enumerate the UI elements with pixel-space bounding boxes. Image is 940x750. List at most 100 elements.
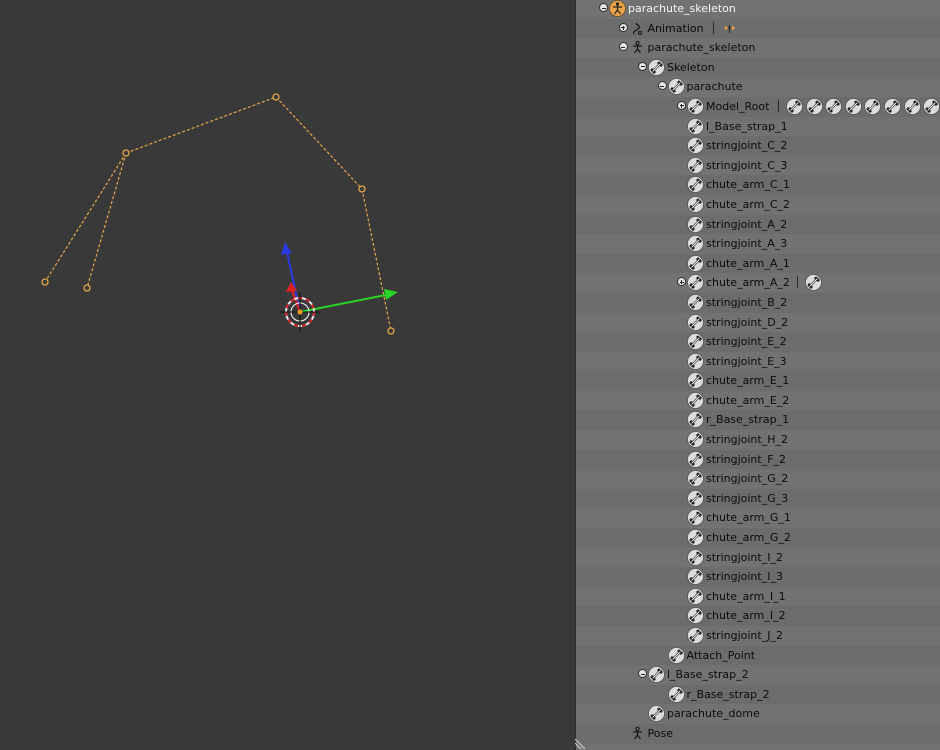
- outliner-row[interactable]: parachute: [576, 77, 940, 97]
- bone-line[interactable]: [44, 152, 127, 283]
- outliner-row-label[interactable]: stringjoint_D_2: [706, 315, 788, 330]
- outliner-row-label[interactable]: Model_Root: [706, 99, 769, 114]
- outliner-row[interactable]: stringjoint_B_2: [576, 292, 940, 313]
- child-icons[interactable]: [721, 20, 741, 40]
- outliner-row-label[interactable]: Animation: [648, 21, 704, 36]
- outliner-row-label[interactable]: stringjoint_A_3: [706, 236, 787, 251]
- outliner-row[interactable]: chute_arm_A_1: [576, 253, 940, 274]
- outliner-row[interactable]: l_Base_strap_1: [576, 116, 940, 137]
- outliner-row[interactable]: stringjoint_C_2: [576, 136, 940, 156]
- outliner-panel[interactable]: parachute_skeleton Animation parachute_ske…: [575, 0, 940, 750]
- outliner-row-label[interactable]: stringjoint_F_2: [706, 452, 786, 467]
- outliner-row[interactable]: stringjoint_F_2: [576, 449, 940, 470]
- outliner-tree[interactable]: parachute_skeleton Animation parachute_ske…: [576, 0, 940, 744]
- outliner-row[interactable]: Animation: [576, 18, 940, 40]
- outliner-row[interactable]: parachute_dome: [576, 704, 940, 724]
- outliner-row[interactable]: chute_arm_A_2: [576, 273, 940, 293]
- outliner-row[interactable]: chute_arm_C_1: [576, 175, 940, 195]
- outliner-row[interactable]: Skeleton: [576, 57, 940, 78]
- collapse-toggle-icon[interactable]: [599, 3, 608, 12]
- outliner-row[interactable]: chute_arm_G_1: [576, 508, 940, 529]
- outliner-row-label[interactable]: stringjoint_I_3: [706, 569, 783, 584]
- outliner-row[interactable]: stringjoint_J_2: [576, 626, 940, 646]
- outliner-row-label[interactable]: stringjoint_J_2: [706, 628, 783, 643]
- outliner-row[interactable]: chute_arm_C_2: [576, 194, 940, 215]
- outliner-row[interactable]: parachute_skeleton: [576, 38, 940, 58]
- outliner-row-label[interactable]: stringjoint_B_2: [706, 295, 787, 310]
- collapse-toggle-icon[interactable]: [638, 669, 647, 679]
- outliner-row-label[interactable]: parachute_skeleton: [628, 1, 736, 16]
- bone-line[interactable]: [86, 152, 127, 289]
- outliner-row-label[interactable]: chute_arm_C_2: [706, 197, 790, 212]
- bone-icon[interactable]: [903, 98, 921, 115]
- outliner-row-label[interactable]: chute_arm_I_1: [706, 589, 786, 604]
- expand-toggle-icon[interactable]: [618, 22, 628, 32]
- outliner-row[interactable]: parachute_skeleton: [576, 0, 940, 19]
- transform-gizmo[interactable]: [281, 242, 398, 313]
- 3d-viewport[interactable]: [0, 0, 575, 750]
- collapse-toggle-icon[interactable]: [638, 61, 647, 71]
- outliner-row-label[interactable]: chute_arm_A_1: [706, 256, 790, 271]
- bone-icon[interactable]: [844, 98, 862, 115]
- bone-joint[interactable]: [358, 185, 366, 193]
- outliner-row-label[interactable]: chute_arm_C_1: [706, 177, 790, 192]
- outliner-row-label[interactable]: chute_arm_G_1: [706, 510, 791, 525]
- outliner-row[interactable]: l_Base_strap_2: [576, 665, 940, 685]
- outliner-row[interactable]: r_Base_strap_2: [576, 684, 940, 705]
- bone-line[interactable]: [361, 188, 392, 332]
- child-icons[interactable]: [786, 98, 940, 118]
- z-axis-arrow[interactable]: [281, 242, 292, 255]
- bone-joints[interactable]: [41, 93, 395, 335]
- outliner-row-label[interactable]: parachute: [687, 79, 743, 94]
- outliner-row-label[interactable]: stringjoint_C_2: [706, 138, 787, 153]
- outliner-row-label[interactable]: stringjoint_E_2: [706, 334, 787, 349]
- outliner-row-label[interactable]: chute_arm_E_2: [706, 393, 789, 408]
- outliner-row-label[interactable]: stringjoint_G_2: [706, 471, 788, 486]
- bone-joint[interactable]: [122, 149, 130, 157]
- outliner-row[interactable]: Pose: [576, 723, 940, 744]
- bone-icon[interactable]: [884, 98, 901, 115]
- bone-joint[interactable]: [272, 93, 280, 101]
- bone-icon[interactable]: [825, 98, 843, 115]
- bone-joint[interactable]: [41, 278, 49, 286]
- bone-line[interactable]: [125, 96, 277, 154]
- outliner-row-label[interactable]: Attach_Point: [687, 648, 756, 663]
- outliner-row[interactable]: Attach_Point: [576, 645, 940, 666]
- outliner-row[interactable]: Model_Root: [576, 96, 940, 118]
- outliner-row-label[interactable]: r_Base_strap_1: [706, 412, 789, 427]
- outliner-row-label[interactable]: stringjoint_E_3: [706, 354, 787, 369]
- outliner-row-label[interactable]: stringjoint_G_3: [706, 491, 788, 506]
- bone-icon[interactable]: [805, 98, 823, 115]
- y-axis-arrow[interactable]: [384, 289, 398, 300]
- child-icons[interactable]: [805, 274, 825, 294]
- outliner-row-label[interactable]: Pose: [648, 726, 673, 741]
- collapse-toggle-icon[interactable]: [618, 42, 628, 52]
- expand-toggle-icon[interactable]: [677, 100, 686, 110]
- outliner-row-label[interactable]: r_Base_strap_2: [687, 687, 770, 702]
- outliner-row-label[interactable]: chute_arm_I_2: [706, 608, 786, 623]
- outliner-row[interactable]: chute_arm_I_2: [576, 606, 940, 626]
- bone-icon[interactable]: [805, 274, 823, 292]
- outliner-row[interactable]: stringjoint_C_3: [576, 155, 940, 176]
- outliner-row[interactable]: stringjoint_H_2: [576, 430, 940, 450]
- bone-line[interactable]: [275, 96, 363, 190]
- outliner-row-label[interactable]: parachute_dome: [667, 706, 760, 721]
- expand-toggle-icon[interactable]: [677, 277, 686, 287]
- outliner-row-label[interactable]: l_Base_strap_1: [706, 119, 788, 134]
- area-resize-handle[interactable]: [575, 737, 587, 749]
- outliner-row-label[interactable]: stringjoint_I_2: [706, 550, 783, 565]
- outliner-row-label[interactable]: chute_arm_E_1: [706, 373, 789, 388]
- outliner-row[interactable]: stringjoint_E_2: [576, 332, 940, 352]
- outliner-row[interactable]: stringjoint_A_2: [576, 214, 940, 235]
- bone-icon[interactable]: [786, 98, 803, 115]
- outliner-row[interactable]: stringjoint_I_2: [576, 547, 940, 568]
- outliner-row[interactable]: stringjoint_D_2: [576, 312, 940, 333]
- outliner-row[interactable]: stringjoint_I_3: [576, 567, 940, 587]
- outliner-row-label[interactable]: Skeleton: [667, 60, 715, 75]
- outliner-row[interactable]: chute_arm_G_2: [576, 528, 940, 548]
- outliner-row-label[interactable]: l_Base_strap_2: [667, 667, 749, 682]
- outliner-row[interactable]: chute_arm_E_1: [576, 371, 940, 391]
- armature-bones[interactable]: [44, 96, 392, 332]
- collapse-toggle-icon[interactable]: [657, 81, 667, 91]
- outliner-row-label[interactable]: stringjoint_C_3: [706, 158, 787, 173]
